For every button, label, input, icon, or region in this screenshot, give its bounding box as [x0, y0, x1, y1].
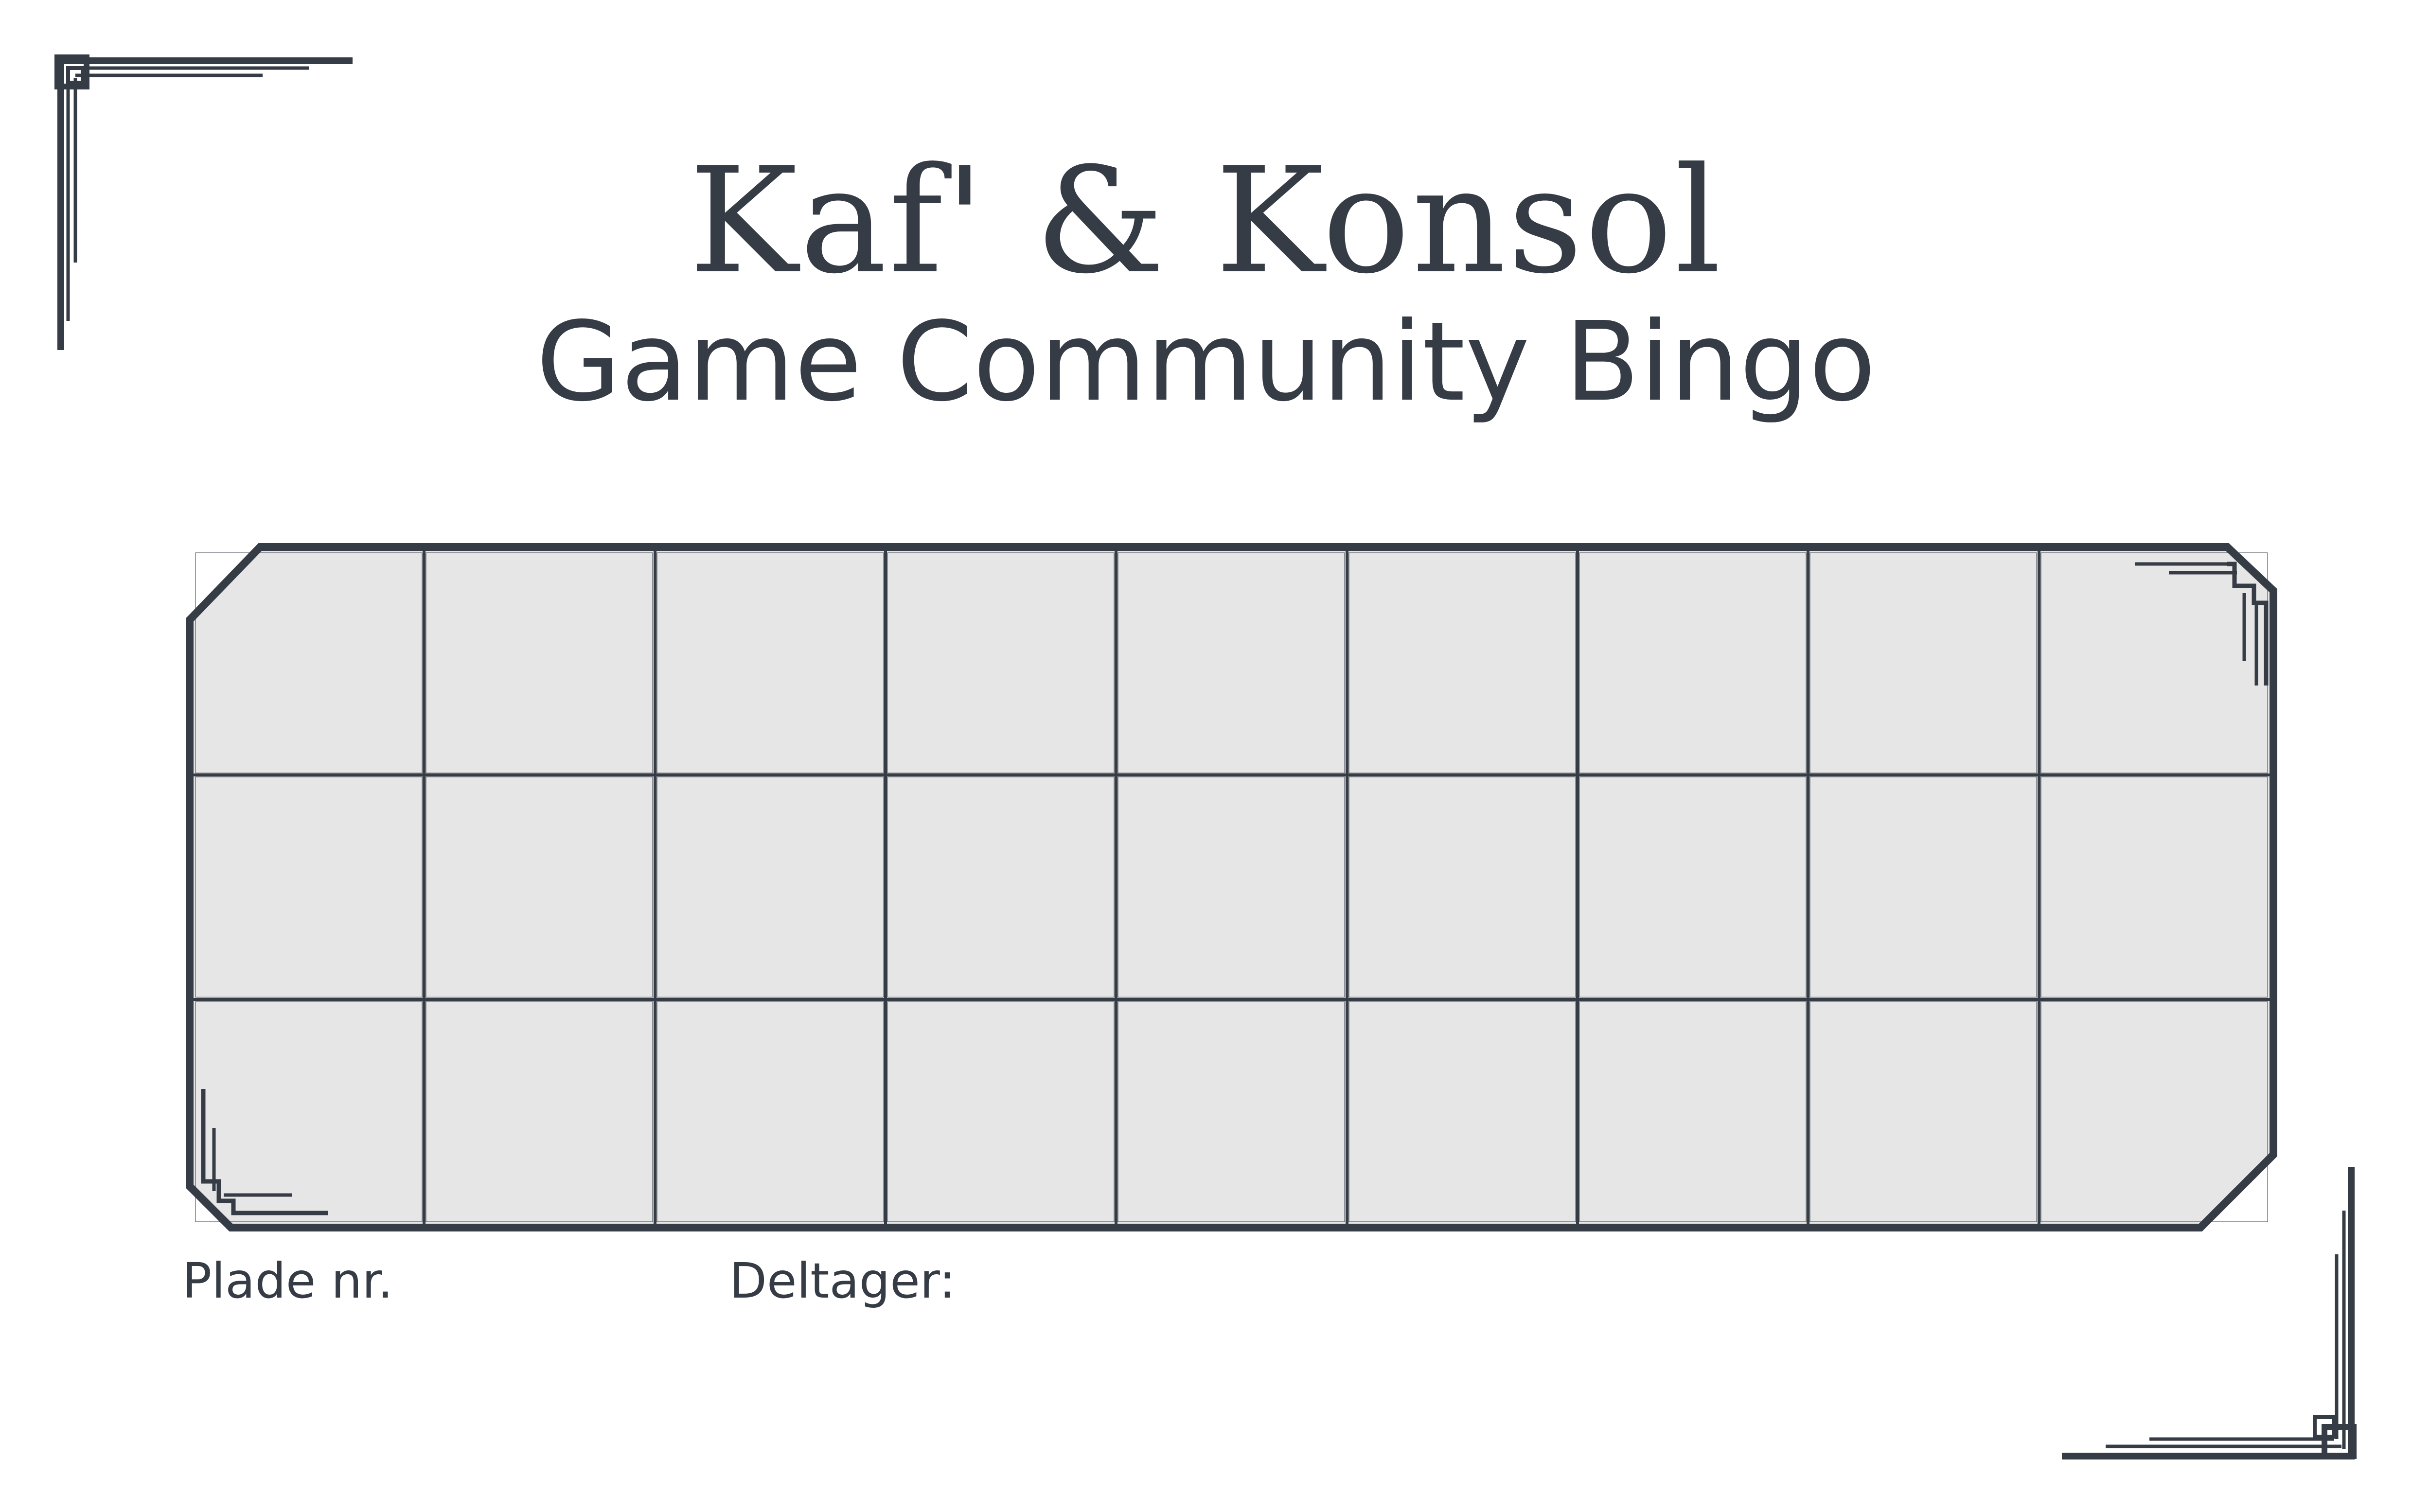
- plade-number-field[interactable]: [370, 1252, 681, 1310]
- bingo-card-frame: [186, 543, 2277, 1231]
- plade-label: Plade nr.: [182, 1252, 393, 1309]
- bingo-card: [186, 543, 2277, 1231]
- logo: Kaf' & Konsol: [689, 136, 1723, 306]
- deltager-name-field[interactable]: [934, 1252, 2101, 1310]
- deltager-label: Deltager:: [729, 1252, 956, 1309]
- page-title: Game Community Bingo: [536, 299, 1876, 426]
